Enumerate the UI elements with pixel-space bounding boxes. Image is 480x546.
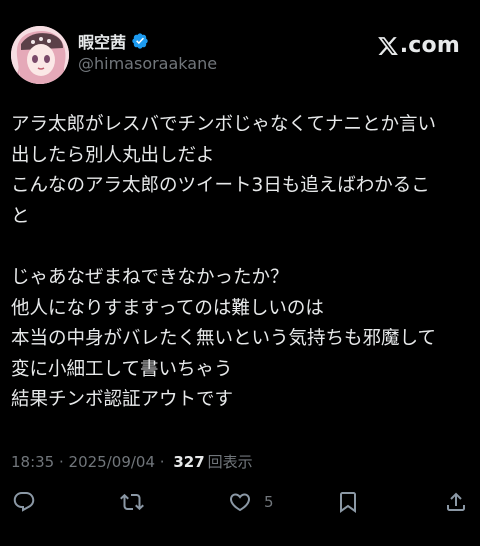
like-button[interactable]: 5 <box>228 490 274 514</box>
tweet-meta: 18:35 · 2025/09/04 · 327 回表示 <box>11 451 253 472</box>
heart-icon <box>229 493 251 512</box>
like-count: 5 <box>264 493 274 511</box>
brand-domain: .com <box>399 33 460 58</box>
avatar-illustration <box>11 26 69 84</box>
share-icon <box>447 492 465 511</box>
name-row: 暇空茜 <box>78 30 149 52</box>
reply-icon <box>13 492 35 512</box>
tweet-line: 出したら別人丸出しだよ <box>11 144 215 166</box>
tweet-line: 変に小細工して書いちゃう <box>11 358 233 380</box>
tweet-header: 暇空茜 @himasoraakane .com <box>0 0 480 100</box>
x-logo: .com <box>377 33 460 58</box>
tweet-line: 本当の中身がバレたく無いという気持ちも邪魔して <box>11 328 436 350</box>
tweet-line: 他人になりすますってのは難しいのは <box>11 297 324 319</box>
tweet-line: こんなのアラ太郎のツイート3日も追えばわかるこ <box>11 175 430 197</box>
tweet-line: アラ太郎がレスバでチンボじゃなくてナニとか言い <box>11 114 436 135</box>
reply-button[interactable] <box>12 490 36 514</box>
share-button[interactable] <box>444 490 468 514</box>
repost-icon <box>120 493 144 511</box>
tweet-line: と <box>11 205 30 227</box>
verified-badge-icon <box>132 33 148 49</box>
x-icon <box>377 36 398 55</box>
tweet-date[interactable]: 2025/09/04 <box>69 453 155 471</box>
display-name[interactable]: 暇空茜 <box>78 29 126 53</box>
tweet-time[interactable]: 18:35 <box>11 453 54 471</box>
handle[interactable]: @himasoraakane <box>78 54 217 73</box>
views-count: 327 <box>173 452 205 471</box>
tweet-text: アラ太郎がレスバでチンボじゃなくてナニとか言い 出したら別人丸出しだよ こんなの… <box>11 110 471 416</box>
action-bar: 5 <box>0 486 480 520</box>
bookmark-icon <box>340 492 356 513</box>
meta-separator: · <box>54 452 69 471</box>
views-label: 回表示 <box>207 453 253 471</box>
tweet-line: 結果チンボ認証アウトです <box>11 389 234 411</box>
tweet-line: じゃあなぜまねできなかったか？ <box>11 266 289 288</box>
bookmark-button[interactable] <box>336 490 360 514</box>
repost-button[interactable] <box>120 490 144 514</box>
avatar[interactable] <box>11 26 69 84</box>
meta-separator: · <box>155 452 170 471</box>
